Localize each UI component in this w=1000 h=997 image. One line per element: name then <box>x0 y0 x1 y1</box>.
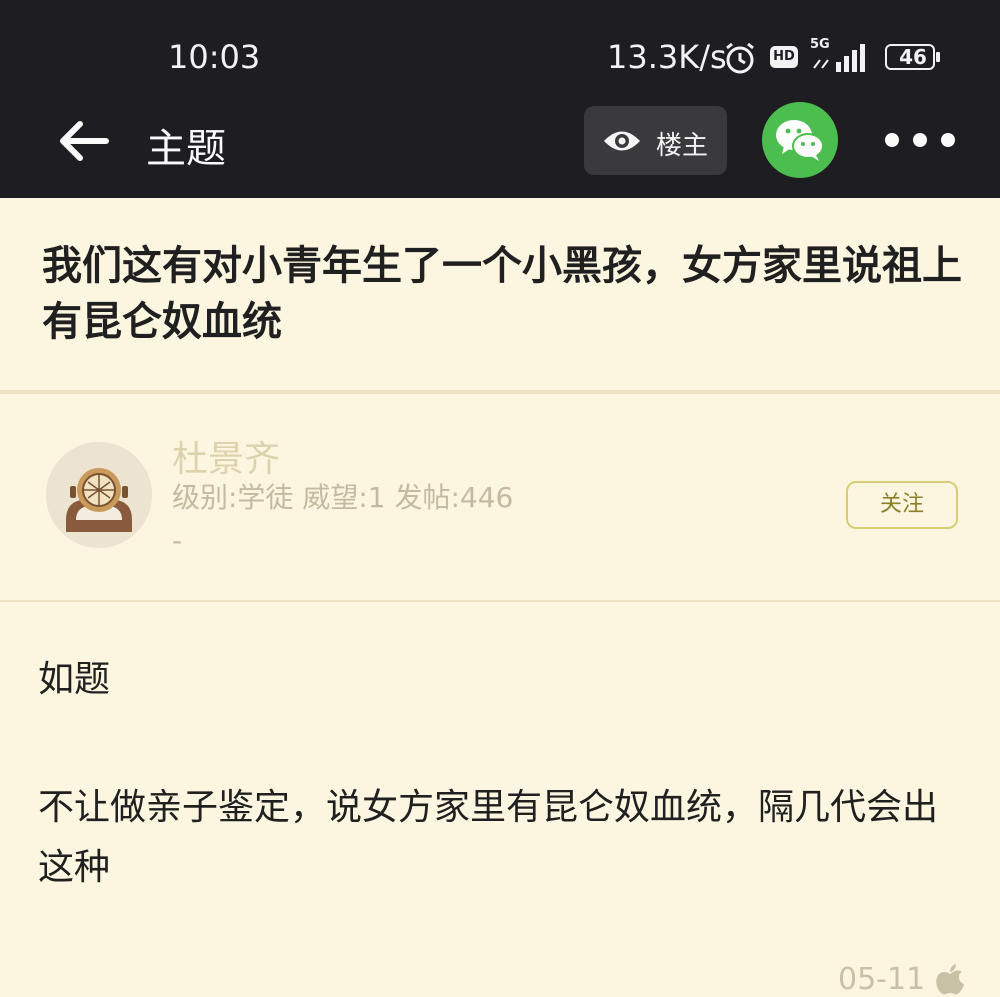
avatar[interactable] <box>46 442 152 548</box>
eye-icon <box>604 131 640 151</box>
author-meta: 级别:学徒 威望:1 发帖:446 <box>172 481 514 514</box>
hd-badge: HD <box>770 46 798 68</box>
owner-only-label: 楼主 <box>656 131 709 161</box>
post-paragraph: 如题 <box>38 659 111 700</box>
signal-icon <box>813 44 865 72</box>
apple-icon <box>936 964 964 995</box>
status-time: 10:03 <box>168 38 261 76</box>
avatar-image <box>46 442 152 548</box>
follow-button[interactable]: 关注 <box>846 481 958 529</box>
author-name[interactable]: 杜景齐 <box>172 430 280 482</box>
post-date: 05-11 <box>838 962 926 997</box>
divider <box>0 600 1000 602</box>
owner-only-button[interactable]: 楼主 <box>584 106 727 175</box>
wechat-icon <box>776 120 824 161</box>
divider <box>0 390 1000 394</box>
top-bar: 10:03 13.3K/s HD 5G 46 主题 楼主 <box>0 0 1000 198</box>
wechat-share-button[interactable] <box>762 102 838 178</box>
author-extra: - <box>172 524 183 557</box>
alarm-icon <box>726 42 754 74</box>
post-paragraph: 不让做亲子鉴定，说女方家里有昆仑奴血统，隔几代会出这种 <box>38 787 939 888</box>
page-title: 主题 <box>146 126 226 172</box>
battery-level: 46 <box>899 45 927 69</box>
back-arrow-icon[interactable] <box>58 120 110 162</box>
post-title: 我们这有对小青年生了一个小黑孩，女方家里说祖上有昆仑奴血统 <box>42 243 962 345</box>
net-speed: 13.3K/s <box>607 38 727 76</box>
more-icon[interactable] <box>878 120 962 160</box>
